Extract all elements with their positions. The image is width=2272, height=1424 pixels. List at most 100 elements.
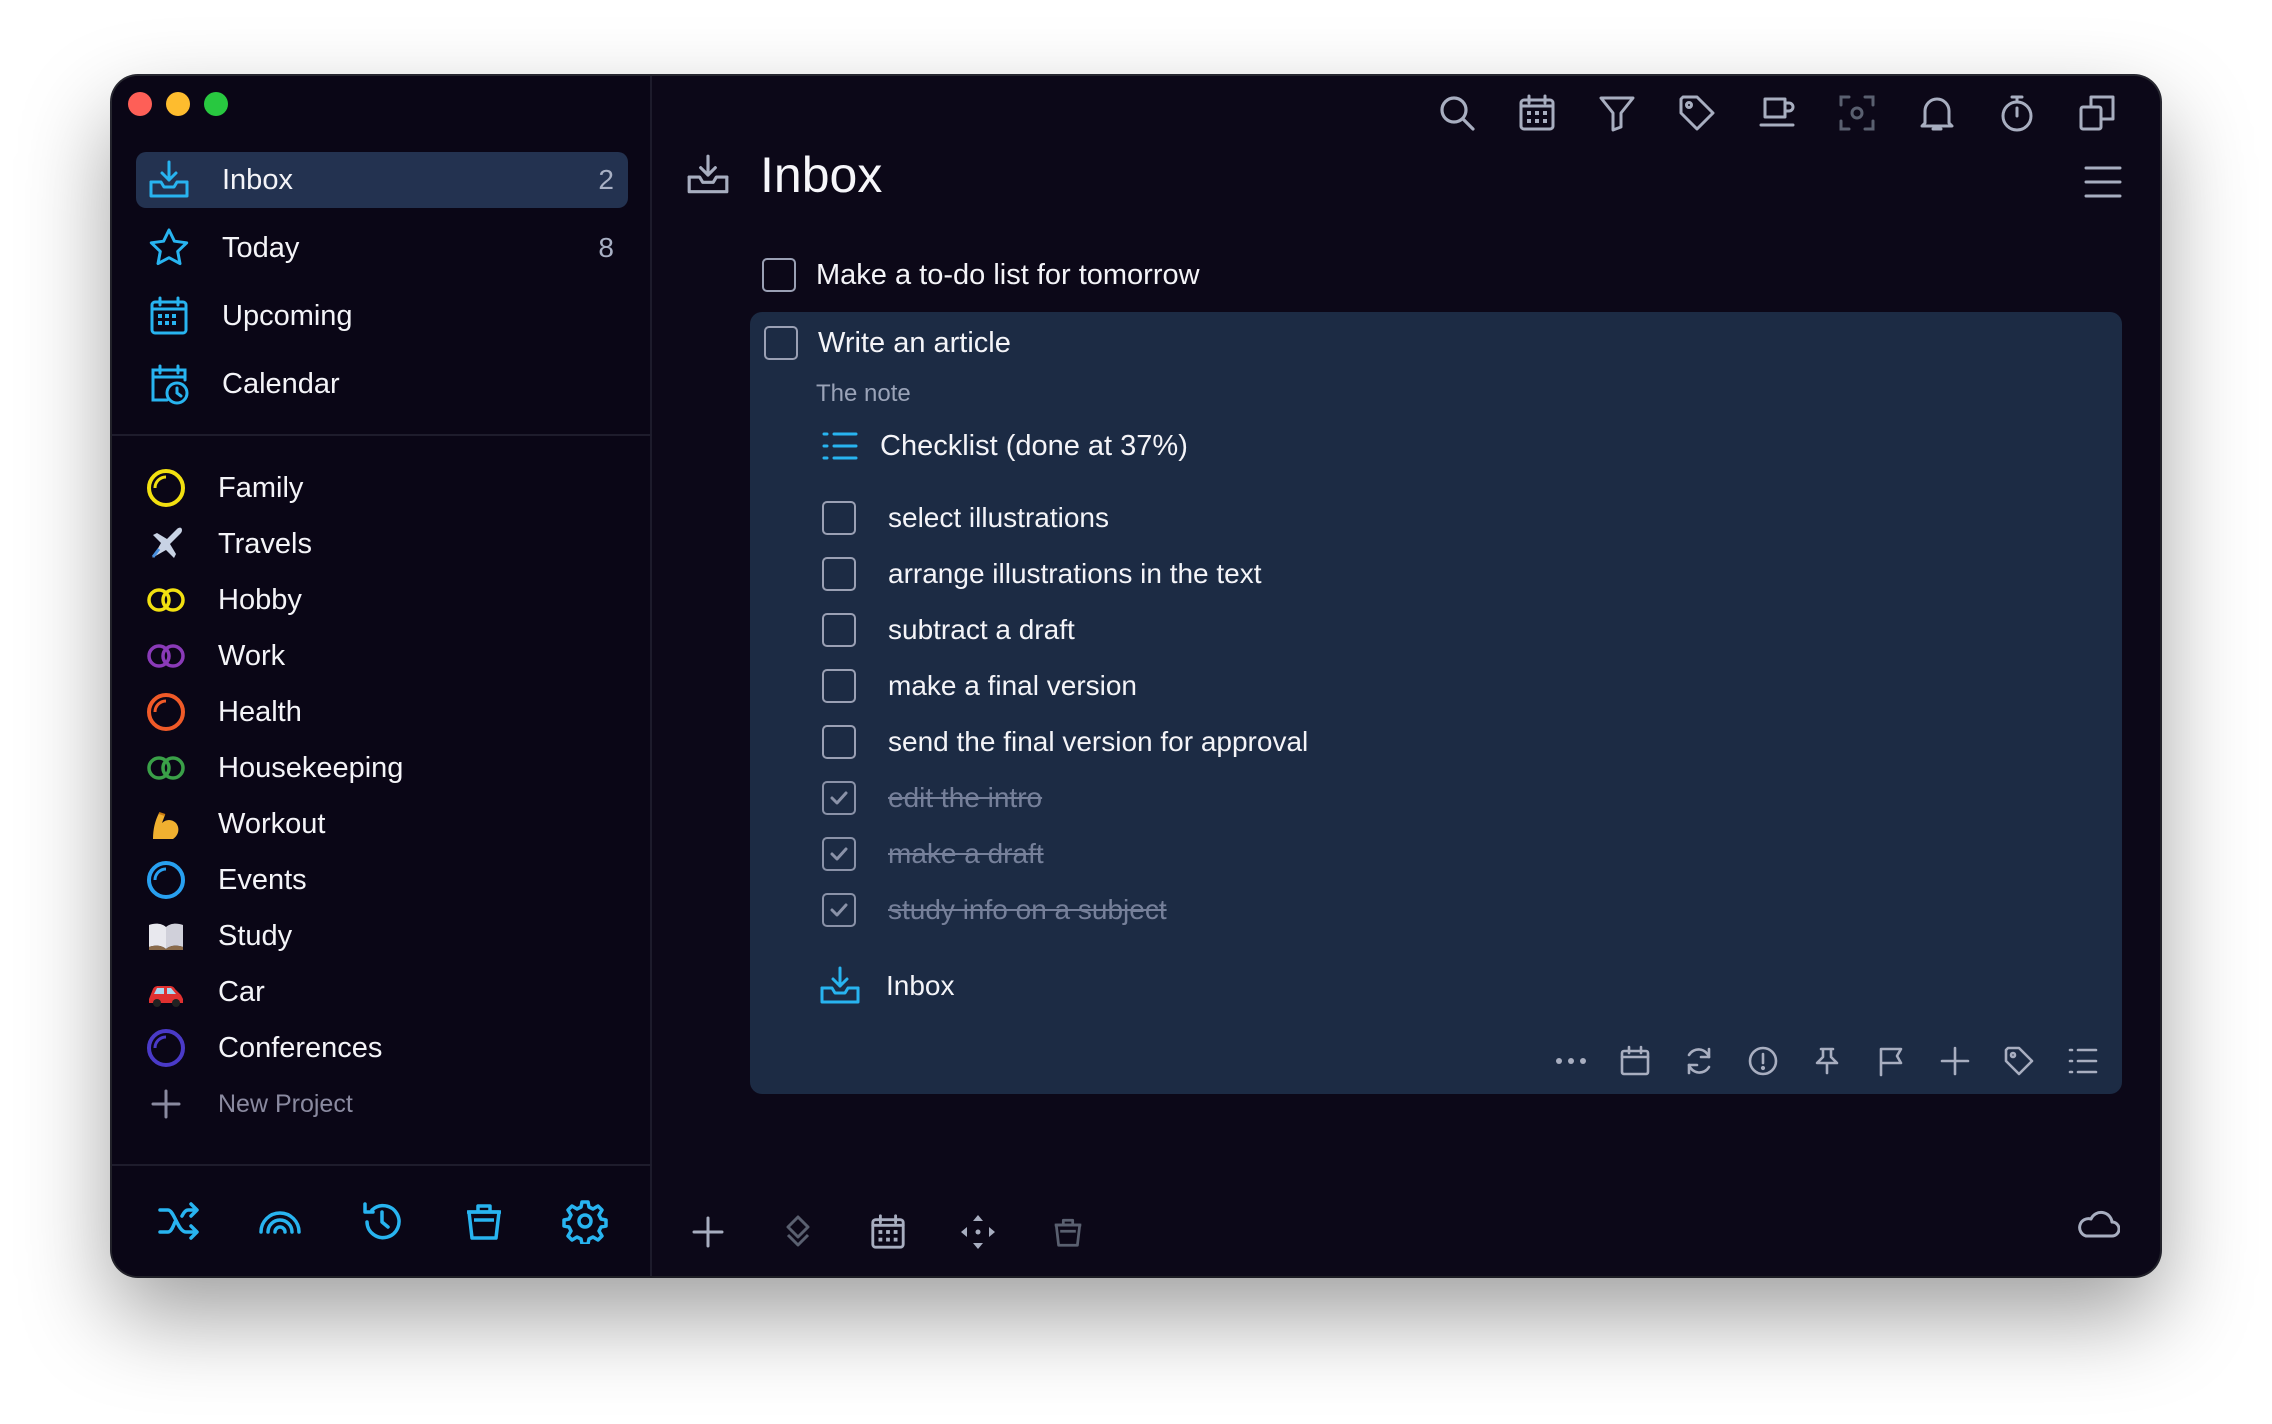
checklist-item-done[interactable]: study info on a subject	[822, 882, 1308, 938]
filter-icon[interactable]	[1594, 90, 1640, 136]
expanded-task-card: Write an article The note Checklist (don…	[750, 312, 2122, 1094]
project-label: Study	[218, 919, 293, 952]
sidebar-divider	[112, 434, 652, 436]
bottom-toolbar	[688, 1212, 1088, 1252]
checklist-checkbox-checked[interactable]	[822, 781, 856, 815]
calendar-grid-icon[interactable]	[1514, 90, 1560, 136]
project-item-housekeeping[interactable]: Housekeeping	[144, 740, 624, 796]
new-project-label: New Project	[218, 1089, 353, 1118]
tag-icon[interactable]	[2002, 1044, 2036, 1078]
repeat-icon[interactable]	[1682, 1044, 1716, 1078]
rainbow-icon[interactable]	[255, 1196, 305, 1246]
checklist-checkbox[interactable]	[822, 501, 856, 535]
project-item-events[interactable]: Events	[144, 852, 624, 908]
calendar-grid-icon[interactable]	[868, 1212, 908, 1252]
checklist-item-done[interactable]: make a draft	[822, 826, 1308, 882]
checklist-checkbox[interactable]	[822, 557, 856, 591]
project-label: Hobby	[218, 583, 302, 616]
project-label: Housekeeping	[218, 751, 404, 784]
copy-windows-icon[interactable]	[2074, 90, 2120, 136]
checklist-item[interactable]: send the final version for approval	[822, 714, 1308, 770]
list-icon[interactable]	[2066, 1044, 2100, 1078]
task-title: Make a to-do list for tomorrow	[816, 258, 1200, 291]
add-icon[interactable]	[688, 1212, 728, 1252]
flag-icon[interactable]	[1874, 1044, 1908, 1078]
focus-frame-icon[interactable]	[1834, 90, 1880, 136]
checklist-item[interactable]: arrange illustrations in the text	[822, 546, 1308, 602]
project-label: Car	[218, 975, 265, 1008]
search-icon[interactable]	[1434, 90, 1480, 136]
new-project-button[interactable]: New Project	[144, 1076, 624, 1132]
indigo-circle-icon	[144, 1026, 188, 1070]
checklist-item[interactable]: make a final version	[822, 658, 1308, 714]
checklist-item-text: send the final version for approval	[888, 726, 1309, 757]
zoom-window-button[interactable]	[204, 92, 228, 116]
shuffle-icon[interactable]	[154, 1196, 204, 1246]
trash-icon[interactable]	[459, 1196, 509, 1246]
task-note[interactable]: The note	[816, 380, 911, 408]
sidebar-item-label: Calendar	[222, 367, 340, 400]
airplane-icon	[144, 522, 188, 566]
checklist-checkbox-checked[interactable]	[822, 893, 856, 927]
inbox-icon	[818, 964, 862, 1008]
inbox-count-badge: 2	[598, 164, 614, 195]
project-item-car[interactable]: Car	[144, 964, 624, 1020]
project-item-family[interactable]: Family	[144, 460, 624, 516]
move-arrows-icon[interactable]	[958, 1212, 998, 1252]
sidebar-item-inbox[interactable]: Inbox 2	[136, 152, 628, 208]
star-icon	[146, 225, 192, 271]
checklist-checkbox-checked[interactable]	[822, 837, 856, 871]
checklist-checkbox[interactable]	[822, 669, 856, 703]
project-item-conferences[interactable]: Conferences	[144, 1020, 624, 1076]
yellow-rings-icon	[144, 578, 188, 622]
checklist-item[interactable]: select illustrations	[822, 490, 1308, 546]
page-header: Inbox	[684, 146, 882, 204]
trash-icon[interactable]	[1048, 1212, 1088, 1252]
priority-diamond-icon[interactable]	[778, 1212, 818, 1252]
checklist-checkbox[interactable]	[822, 725, 856, 759]
task-row[interactable]: Make a to-do list for tomorrow	[762, 258, 1200, 292]
checklist-item[interactable]: subtract a draft	[822, 602, 1308, 658]
sidebar-item-today[interactable]: Today 8	[136, 220, 628, 276]
stopwatch-icon[interactable]	[1994, 90, 2040, 136]
coffee-cup-icon[interactable]	[1754, 90, 1800, 136]
project-item-study[interactable]: Study	[144, 908, 624, 964]
checklist-title: Checklist (done at 37%)	[880, 429, 1188, 462]
task-checkbox[interactable]	[764, 326, 798, 360]
checklist-checkbox[interactable]	[822, 613, 856, 647]
task-project[interactable]: Inbox	[818, 964, 955, 1008]
more-icon[interactable]	[1554, 1044, 1588, 1078]
task-actions	[1554, 1044, 2100, 1078]
yellow-circle-icon	[144, 466, 188, 510]
sidebar-item-upcoming[interactable]: Upcoming	[136, 288, 628, 344]
top-toolbar	[1434, 90, 2120, 136]
history-icon[interactable]	[357, 1196, 407, 1246]
priority-icon[interactable]	[1746, 1044, 1780, 1078]
checklist-header: Checklist (done at 37%)	[820, 428, 1188, 464]
main-panel: Inbox Make a to-do list for tomorrow Wri…	[652, 76, 2160, 1276]
gear-icon[interactable]	[560, 1196, 610, 1246]
orange-circle-icon	[144, 690, 188, 734]
project-label: Workout	[218, 807, 326, 840]
minimize-window-button[interactable]	[166, 92, 190, 116]
project-item-hobby[interactable]: Hobby	[144, 572, 624, 628]
calendar-icon[interactable]	[1618, 1044, 1652, 1078]
menu-lines-icon[interactable]	[2082, 162, 2124, 202]
checklist-item-done[interactable]: edit the intro	[822, 770, 1308, 826]
close-window-button[interactable]	[128, 92, 152, 116]
project-label: Conferences	[218, 1031, 383, 1064]
project-item-work[interactable]: Work	[144, 628, 624, 684]
project-item-travels[interactable]: Travels	[144, 516, 624, 572]
project-item-workout[interactable]: Workout	[144, 796, 624, 852]
project-item-health[interactable]: Health	[144, 684, 624, 740]
flexed-biceps-icon	[144, 802, 188, 846]
move-plus-icon[interactable]	[1938, 1044, 1972, 1078]
cloud-sync-icon[interactable]	[2076, 1208, 2121, 1240]
inbox-icon	[146, 157, 192, 203]
task-checkbox[interactable]	[762, 258, 796, 292]
sidebar-item-calendar[interactable]: Calendar	[136, 356, 628, 412]
task-row[interactable]: Write an article	[764, 326, 1011, 360]
pin-icon[interactable]	[1810, 1044, 1844, 1078]
tag-icon[interactable]	[1674, 90, 1720, 136]
bell-icon[interactable]	[1914, 90, 1960, 136]
